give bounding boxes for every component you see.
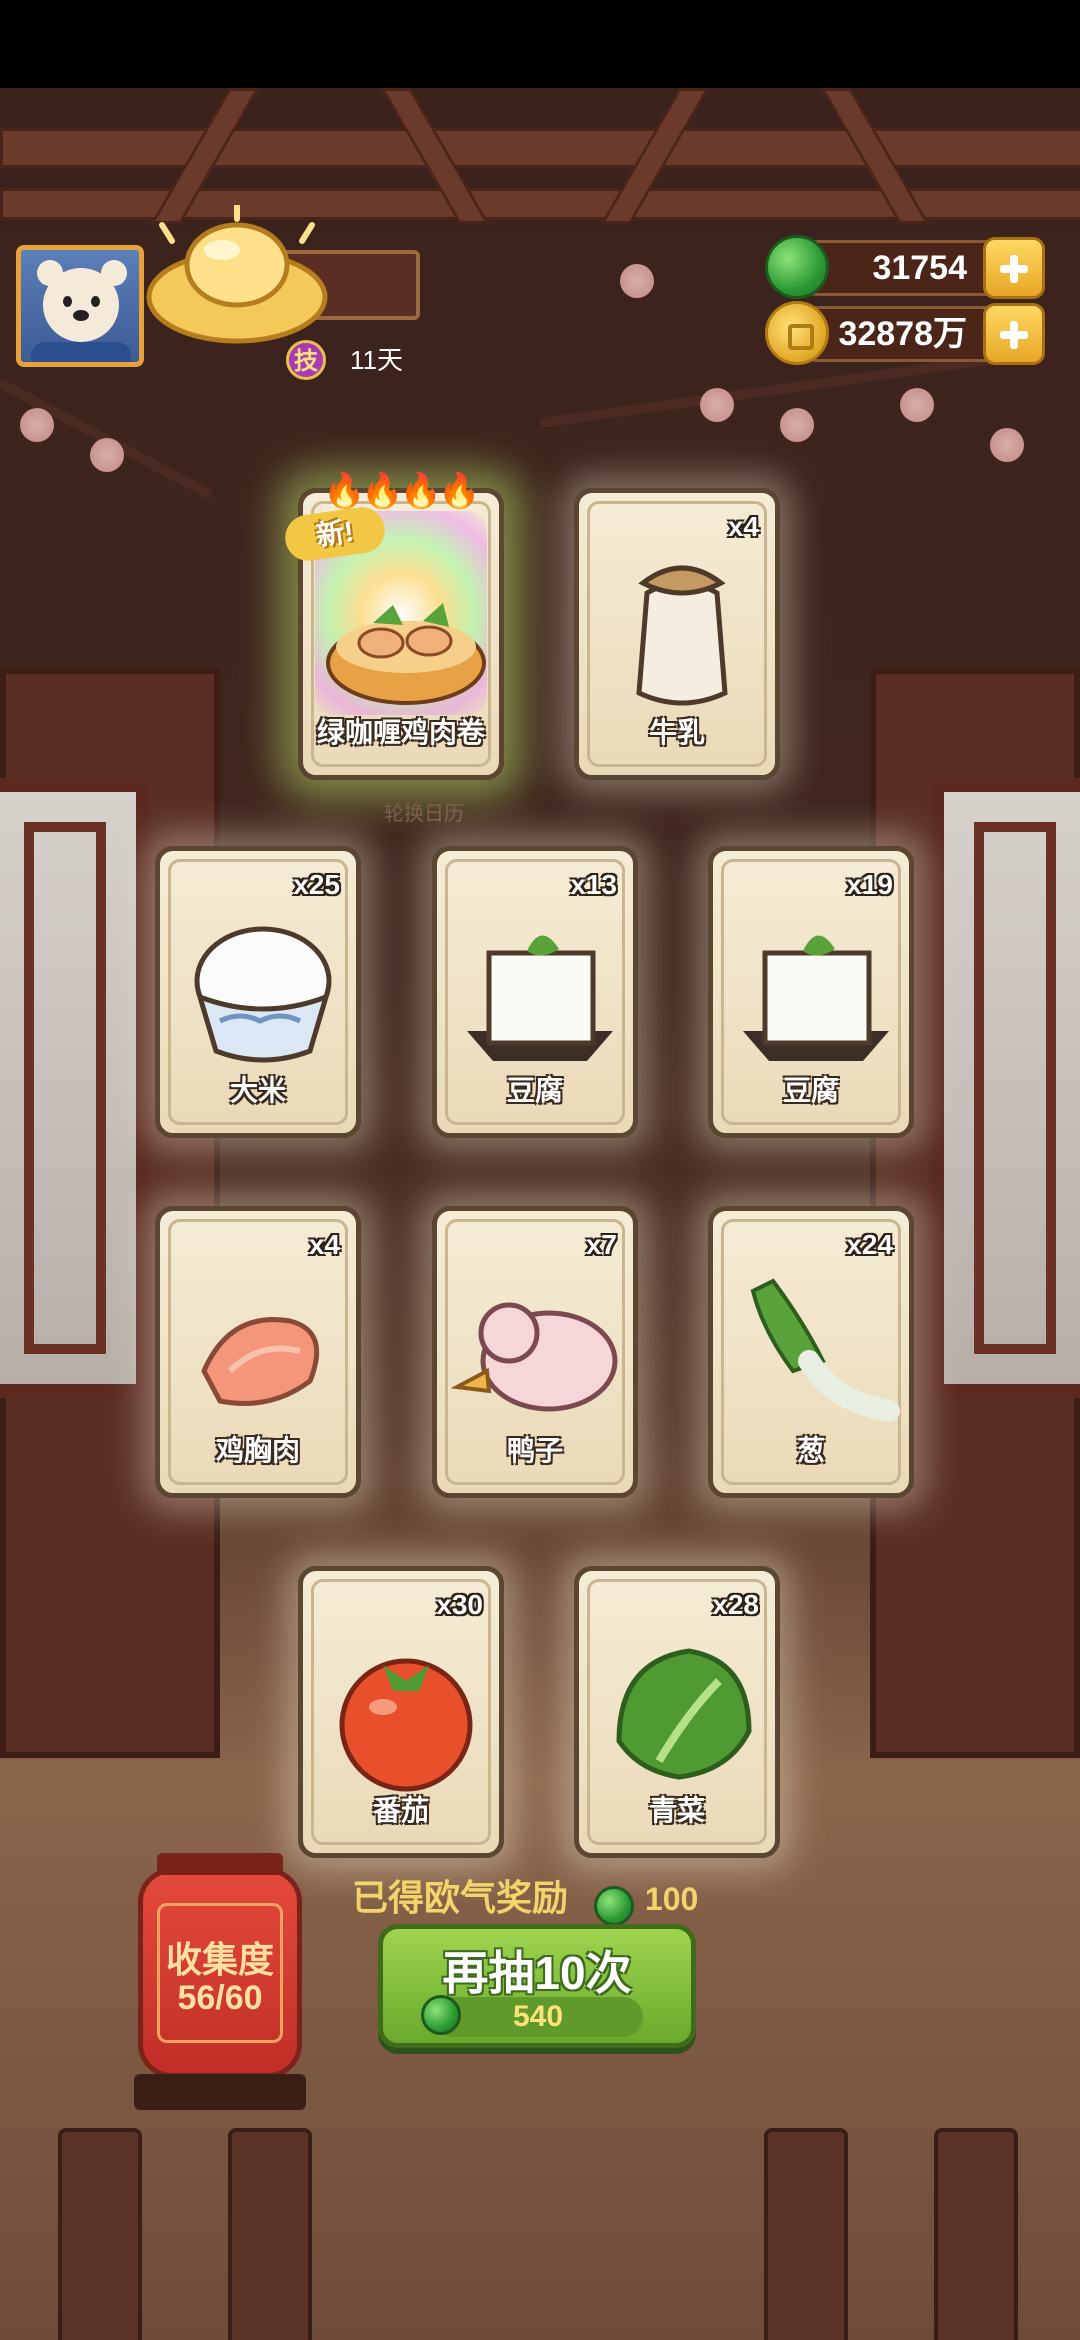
draw-button-label: 再抽10次 — [442, 1947, 632, 1999]
lattice-window-right — [930, 778, 1080, 1398]
gold-ingot-icon[interactable] — [142, 205, 332, 345]
featured-recipe-card[interactable]: 🔥🔥🔥🔥🔥 新! 绿咖喱鸡肉卷 — [282, 472, 504, 780]
draw-10-again-button[interactable]: 再抽10次 540 — [378, 1924, 696, 2048]
card-count: x19 — [846, 869, 893, 900]
duck-icon — [450, 1302, 618, 1412]
bear-eye — [63, 296, 72, 307]
floor-post — [58, 2128, 142, 2340]
bear-shirt — [31, 342, 131, 362]
card-name: 豆腐 — [782, 1075, 839, 1106]
card-name: 大米 — [229, 1075, 286, 1106]
ingredient-card[interactable]: x13 豆腐 — [432, 846, 638, 1138]
roof-beam — [0, 128, 1080, 168]
blossom — [20, 408, 54, 442]
lucky-reward-line: 已得欧气奖励 100 — [352, 1873, 699, 1926]
collection-lantern[interactable]: 收集度 56/60 — [138, 1853, 302, 2078]
floor-post — [228, 2128, 312, 2340]
card-name: 青菜 — [648, 1795, 705, 1826]
blossom — [90, 438, 124, 472]
card-count: x30 — [436, 1589, 483, 1620]
card-name: 鸭子 — [506, 1435, 563, 1466]
blossom — [620, 264, 654, 298]
card-count: x4 — [308, 1229, 340, 1260]
rice-bowl-icon — [194, 926, 332, 1063]
ingredient-card[interactable]: x19 豆腐 — [708, 846, 914, 1138]
bear-eye — [91, 296, 100, 307]
lucky-reward-amount: 100 — [644, 1881, 699, 1917]
bear-face — [43, 268, 119, 342]
days-counter: 11天 — [350, 345, 403, 375]
lattice-window-left — [0, 778, 150, 1398]
ingredient-card[interactable]: x25 大米 — [155, 846, 361, 1138]
add-jade-button[interactable] — [983, 237, 1045, 299]
card-count: x13 — [570, 869, 617, 900]
jade-gem-icon — [765, 235, 829, 299]
jade-gem-icon — [594, 1885, 635, 1926]
collection-progress: 56/60 — [177, 1979, 263, 2017]
ingredient-card[interactable]: x4 鸡胸肉 — [155, 1206, 361, 1498]
coin-amount: 32878万 — [838, 315, 967, 353]
ingredient-card[interactable]: x30 番茄 — [298, 1566, 504, 1858]
card-name: 葱 — [796, 1435, 825, 1466]
add-coins-button[interactable] — [983, 303, 1045, 365]
bok-choy-icon — [616, 1648, 752, 1780]
lantern-stand — [134, 2074, 306, 2110]
card-name: 鸡胸肉 — [215, 1435, 300, 1466]
jade-resource-bar: 31754 — [765, 235, 1045, 299]
milk-jar-icon — [636, 565, 728, 706]
player-avatar[interactable] — [16, 245, 144, 367]
ingredient-card[interactable]: x4 牛乳 — [574, 488, 780, 780]
floor-post — [764, 2128, 848, 2340]
card-name: 豆腐 — [506, 1075, 563, 1106]
lucky-reward-label: 已得欧气奖励 — [352, 1877, 569, 1918]
card-name: 番茄 — [372, 1795, 429, 1826]
chicken-breast-icon — [201, 1317, 320, 1406]
rotation-calendar-label: 轮换日历 — [384, 803, 464, 825]
blossom — [900, 388, 934, 422]
coin-icon — [765, 301, 829, 365]
curry-chicken-roll-icon — [326, 603, 486, 705]
card-name: 绿咖喱鸡肉卷 — [316, 717, 485, 748]
scallion-icon — [750, 1278, 900, 1422]
draw-cost-pill: 540 — [421, 1995, 643, 2037]
blossom — [700, 388, 734, 422]
draw-cost: 540 — [512, 2000, 564, 2033]
tofu-icon — [743, 935, 889, 1061]
collection-title: 收集度 — [165, 1939, 274, 1980]
jade-amount: 31754 — [872, 249, 967, 287]
card-count: x4 — [727, 511, 759, 542]
card-count: x7 — [585, 1229, 617, 1260]
card-name: 牛乳 — [648, 717, 705, 748]
tofu-icon — [467, 935, 613, 1061]
card-count: x25 — [293, 869, 340, 900]
skill-badge[interactable]: 技 — [286, 340, 326, 380]
blossom — [780, 408, 814, 442]
status-bar — [0, 0, 1080, 88]
ingredient-card[interactable]: x24 葱 — [708, 1206, 914, 1498]
ingredient-card[interactable]: x28 青菜 — [574, 1566, 780, 1858]
floor-post — [934, 2128, 1018, 2340]
ingredient-card[interactable]: x7 鸭子 — [432, 1206, 638, 1498]
bear-nose — [73, 310, 89, 321]
card-count: x28 — [712, 1589, 759, 1620]
coin-resource-bar: 32878万 — [765, 301, 1045, 365]
blossom — [990, 428, 1024, 462]
card-count: x24 — [846, 1229, 893, 1260]
tomato-icon — [339, 1658, 473, 1792]
